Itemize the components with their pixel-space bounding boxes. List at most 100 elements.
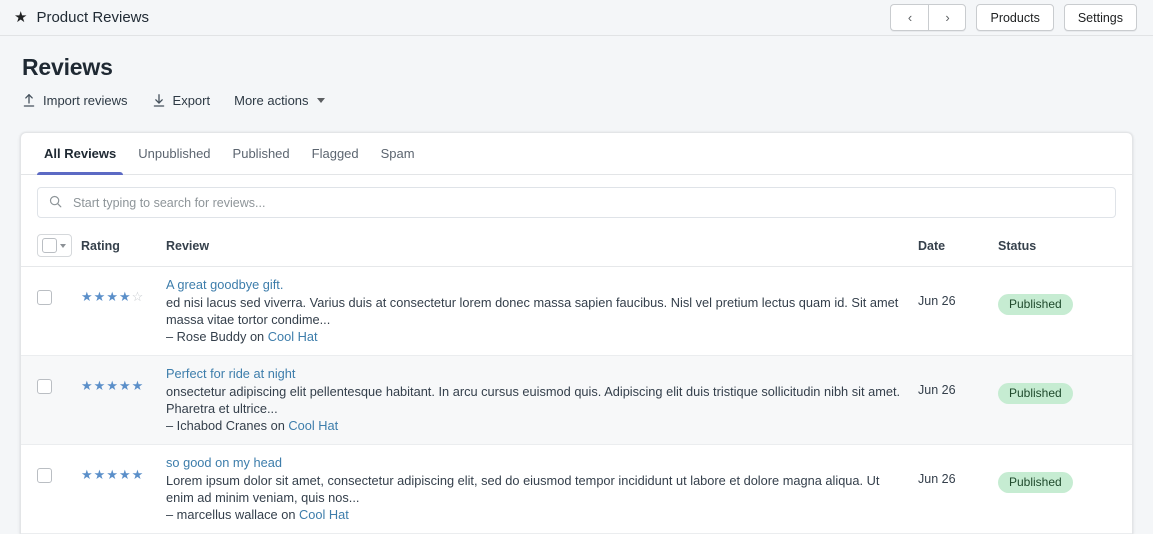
tab-spam[interactable]: Spam <box>370 133 426 174</box>
page-action-bar: Import reviews Export More actions <box>22 93 1133 108</box>
star-filled-icon: ★ <box>93 378 106 393</box>
star-filled-icon: ★ <box>118 467 131 482</box>
table-row[interactable]: ★ ★ ★ ★ ★ so good on my head Lorem ipsum… <box>21 445 1132 534</box>
app-title: ★ Product Reviews <box>14 9 149 26</box>
star-filled-icon: ★ <box>81 378 93 393</box>
row-status-cell: Published <box>998 455 1116 493</box>
row-date: Jun 26 <box>918 294 956 308</box>
tab-all-reviews[interactable]: All Reviews <box>33 133 127 175</box>
row-rating-cell: ★ ★ ★ ★ ★ <box>81 366 166 392</box>
table-header: Rating Review Date Status <box>21 228 1132 267</box>
table-row[interactable]: ★ ★ ★ ★ ★ Perfect for ride at night onse… <box>21 356 1132 445</box>
more-actions-label: More actions <box>234 93 309 108</box>
header-select-cell <box>37 234 81 257</box>
products-button[interactable]: Products <box>976 4 1054 31</box>
rating-stars: ★ ★ ★ ★ ★ <box>81 379 166 392</box>
search-input[interactable] <box>71 194 1104 211</box>
download-icon <box>152 93 166 108</box>
status-badge: Published <box>998 472 1073 493</box>
settings-button[interactable]: Settings <box>1063 4 1137 31</box>
tab-all-reviews-label: All Reviews <box>44 146 117 161</box>
star-filled-icon: ★ <box>118 378 131 393</box>
header-status: Status <box>998 238 1037 253</box>
review-body: Lorem ipsum dolor sit amet, consectetur … <box>166 473 880 505</box>
tab-unpublished[interactable]: Unpublished <box>127 133 221 174</box>
more-actions-action[interactable]: More actions <box>234 93 325 108</box>
import-reviews-label: Import reviews <box>43 93 128 108</box>
rating-stars: ★ ★ ★ ★ ☆ <box>81 290 166 303</box>
star-filled-icon: ★ <box>118 289 131 304</box>
tab-spam-label: Spam <box>380 146 415 161</box>
star-filled-icon: ★ <box>81 289 93 304</box>
chevron-down-icon <box>60 243 66 248</box>
export-action[interactable]: Export <box>152 93 211 108</box>
review-author: – marcellus wallace on <box>166 507 300 522</box>
review-body: ed nisi lacus sed viverra. Varius duis a… <box>166 295 899 327</box>
status-badge: Published <box>998 383 1073 404</box>
review-title-link[interactable]: A great goodbye gift. <box>166 277 283 292</box>
tab-bar: All Reviews Unpublished Published Flagge… <box>21 133 1132 175</box>
search-box[interactable] <box>37 187 1116 218</box>
chevron-down-icon <box>316 98 325 103</box>
row-status-cell: Published <box>998 277 1116 315</box>
app-title-label: Product Reviews <box>36 9 149 26</box>
select-all-checkbox[interactable] <box>42 238 57 253</box>
star-filled-icon: ★ <box>131 467 144 482</box>
header-date: Date <box>918 238 946 253</box>
header-rating: Rating <box>81 238 120 253</box>
tab-unpublished-label: Unpublished <box>138 146 211 161</box>
next-page-button[interactable]: › <box>928 4 967 31</box>
star-filled-icon: ★ <box>81 467 93 482</box>
row-rating-cell: ★ ★ ★ ★ ★ <box>81 455 166 481</box>
review-author-line: – Ichabod Cranes on Cool Hat <box>166 418 902 433</box>
row-review-cell: Perfect for ride at night onsectetur adi… <box>166 366 918 433</box>
star-filled-icon: ★ <box>93 467 106 482</box>
page-title: Reviews <box>22 54 113 80</box>
import-reviews-action[interactable]: Import reviews <box>22 93 128 108</box>
tab-published[interactable]: Published <box>222 133 301 174</box>
review-author-line: – Rose Buddy on Cool Hat <box>166 329 902 344</box>
rating-stars: ★ ★ ★ ★ ★ <box>81 468 166 481</box>
status-badge: Published <box>998 294 1073 315</box>
star-filled-icon: ★ <box>106 378 118 393</box>
reviews-card: All Reviews Unpublished Published Flagge… <box>20 132 1133 534</box>
review-title-link[interactable]: Perfect for ride at night <box>166 366 295 381</box>
review-product-link[interactable]: Cool Hat <box>268 329 318 344</box>
row-checkbox[interactable] <box>37 468 52 483</box>
previous-page-button[interactable]: ‹ <box>890 4 929 31</box>
table-row[interactable]: ★ ★ ★ ★ ☆ A great goodbye gift. ed nisi … <box>21 267 1132 356</box>
top-bar-actions: ‹ › Products Settings <box>890 4 1137 31</box>
select-all-dropdown[interactable] <box>37 234 72 257</box>
row-review-cell: so good on my head Lorem ipsum dolor sit… <box>166 455 918 522</box>
row-review-cell: A great goodbye gift. ed nisi lacus sed … <box>166 277 918 344</box>
upload-icon <box>22 93 36 108</box>
row-select-cell <box>37 277 81 305</box>
review-author: – Rose Buddy on <box>166 329 268 344</box>
star-empty-icon: ☆ <box>131 289 144 304</box>
tab-flagged-label: Flagged <box>311 146 359 161</box>
reviews-table-body: ★ ★ ★ ★ ☆ A great goodbye gift. ed nisi … <box>21 267 1132 534</box>
review-product-link[interactable]: Cool Hat <box>288 418 338 433</box>
chevron-left-icon: ‹ <box>907 10 913 25</box>
page-content: Reviews Import reviews Export More actio… <box>0 36 1153 534</box>
review-body: onsectetur adipiscing elit pellentesque … <box>166 384 901 416</box>
row-checkbox[interactable] <box>37 290 52 305</box>
header-review: Review <box>166 238 210 253</box>
row-select-cell <box>37 455 81 483</box>
review-author-line: – marcellus wallace on Cool Hat <box>166 507 902 522</box>
top-bar: ★ Product Reviews ‹ › Products Settings <box>0 0 1153 36</box>
review-product-link[interactable]: Cool Hat <box>299 507 349 522</box>
row-rating-cell: ★ ★ ★ ★ ☆ <box>81 277 166 303</box>
search-area <box>21 175 1132 228</box>
chevron-right-icon: › <box>945 10 950 25</box>
tab-flagged[interactable]: Flagged <box>301 133 370 174</box>
export-label: Export <box>172 93 211 108</box>
star-icon: ★ <box>14 9 28 26</box>
star-filled-icon: ★ <box>106 289 118 304</box>
row-select-cell <box>37 366 81 394</box>
row-checkbox[interactable] <box>37 379 52 394</box>
review-title-link[interactable]: so good on my head <box>166 455 282 470</box>
star-filled-icon: ★ <box>106 467 118 482</box>
pagination-button-group: ‹ › <box>890 4 967 31</box>
row-date: Jun 26 <box>918 472 956 486</box>
